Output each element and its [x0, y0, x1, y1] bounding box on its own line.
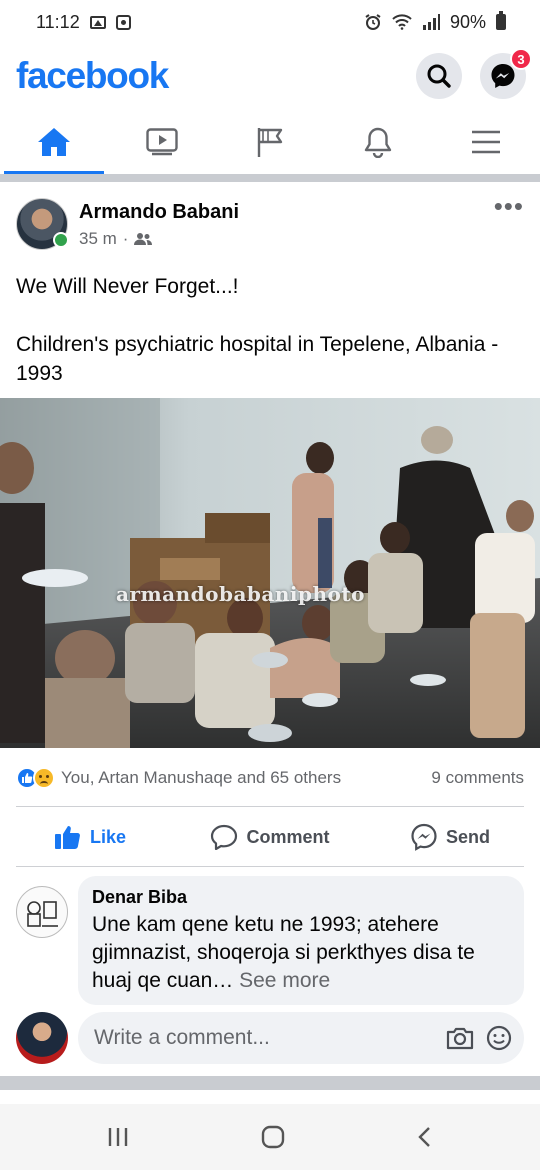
my-avatar[interactable]: [16, 1012, 68, 1064]
photo-watermark: armandobabaniphoto: [116, 582, 365, 606]
comments-count[interactable]: 9 comments: [431, 768, 524, 788]
system-nav-bar: [0, 1104, 540, 1170]
facebook-logo[interactable]: facebook: [16, 55, 169, 97]
see-more-link[interactable]: See more: [239, 969, 330, 992]
post-meta: 35 m ·: [79, 229, 239, 249]
feed-divider-bottom: [0, 1076, 540, 1090]
screen-record-icon: [115, 14, 131, 30]
alarm-icon: [365, 14, 381, 30]
like-icon: [54, 826, 80, 849]
post-options-icon[interactable]: •••: [494, 193, 524, 219]
send-messenger-icon: [411, 823, 437, 851]
messenger-badge: 3: [510, 48, 532, 70]
photo-scene: [0, 398, 540, 748]
comment-composer: Write a comment...: [16, 1011, 524, 1065]
comment-icon: [211, 824, 238, 850]
actions-separator: [16, 866, 524, 867]
author-name[interactable]: Armando Babani: [79, 199, 239, 225]
tab-watch[interactable]: [108, 110, 216, 174]
friends-icon: [134, 233, 153, 245]
commenter-name[interactable]: Denar Biba: [92, 886, 508, 908]
comment-label: Comment: [246, 826, 330, 847]
main-nav: [0, 110, 540, 174]
tab-notifications[interactable]: [324, 110, 432, 174]
post-actions: Like Comment Send: [0, 810, 540, 864]
reactions-text: You, Artan Manushaqe and 65 others: [61, 768, 342, 787]
status-bar: 11:12 90%: [0, 0, 540, 44]
search-button[interactable]: [416, 53, 462, 99]
status-left: 11:12: [36, 12, 131, 33]
post-text: We Will Never Forget...! Children's psyc…: [16, 272, 524, 388]
hamburger-icon: [472, 130, 500, 154]
author-avatar[interactable]: [16, 198, 69, 250]
comment-input-placeholder: Write a comment...: [94, 1026, 270, 1049]
status-right: 90%: [364, 11, 506, 33]
home-icon: [38, 128, 70, 156]
composer-icons: [446, 1025, 512, 1051]
battery-percent: 90%: [449, 11, 486, 32]
camera-icon[interactable]: [446, 1026, 474, 1050]
reaction-icons: [16, 767, 55, 789]
post-photo[interactable]: [0, 398, 540, 748]
tab-menu[interactable]: [432, 110, 540, 174]
reactions-summary[interactable]: You, Artan Manushaqe and 65 others: [16, 767, 341, 789]
post-text-line2: Children's psychiatric hospital in Tepel…: [16, 333, 499, 385]
reactions-separator: [16, 806, 524, 807]
commenter-avatar[interactable]: [16, 886, 68, 938]
status-time: 11:12: [36, 11, 80, 32]
emoji-icon[interactable]: [486, 1025, 512, 1051]
reactions-row: You, Artan Manushaqe and 65 others 9 com…: [16, 764, 524, 792]
meta-separator: ·: [122, 229, 129, 248]
send-label: Send: [445, 826, 490, 847]
back-icon[interactable]: [416, 1125, 434, 1149]
like-button[interactable]: Like: [0, 810, 180, 864]
comment-input[interactable]: Write a comment...: [78, 1012, 524, 1064]
like-label: Like: [89, 826, 127, 847]
post-time[interactable]: 35 m: [79, 229, 117, 249]
feed-divider: [0, 174, 540, 182]
flag-icon: [257, 128, 283, 157]
header-actions: 3: [416, 48, 532, 99]
video-icon: [146, 128, 178, 156]
tab-home[interactable]: [0, 110, 108, 174]
battery-icon: [496, 11, 506, 30]
signal-icon: [422, 14, 440, 30]
sad-reaction-icon: [33, 767, 55, 789]
comment-text: Une kam qene ketu ne 1993; atehere gjimn…: [92, 911, 508, 995]
wifi-icon: [392, 14, 412, 30]
messenger-button[interactable]: 3: [480, 48, 532, 99]
tab-pages[interactable]: [216, 110, 324, 174]
home-button-icon[interactable]: [261, 1125, 285, 1149]
comment-bubble[interactable]: Denar Biba Une kam qene ketu ne 1993; at…: [78, 876, 524, 1005]
bell-icon: [364, 127, 392, 158]
app-header: facebook 3: [0, 44, 540, 108]
comment-button[interactable]: Comment: [180, 810, 360, 864]
comment-item: Denar Biba Une kam qene ketu ne 1993; at…: [16, 876, 524, 1005]
search-icon: [427, 64, 451, 88]
gallery-icon: [89, 15, 106, 29]
author-block: Armando Babani 35 m ·: [79, 199, 239, 249]
post-header: Armando Babani 35 m · •••: [16, 193, 524, 252]
online-status-icon: [53, 232, 69, 248]
recent-apps-icon[interactable]: [106, 1126, 130, 1148]
send-button[interactable]: Send: [360, 810, 540, 864]
post-text-line1: We Will Never Forget...!: [16, 275, 239, 298]
next-post-strip: [0, 1090, 540, 1104]
